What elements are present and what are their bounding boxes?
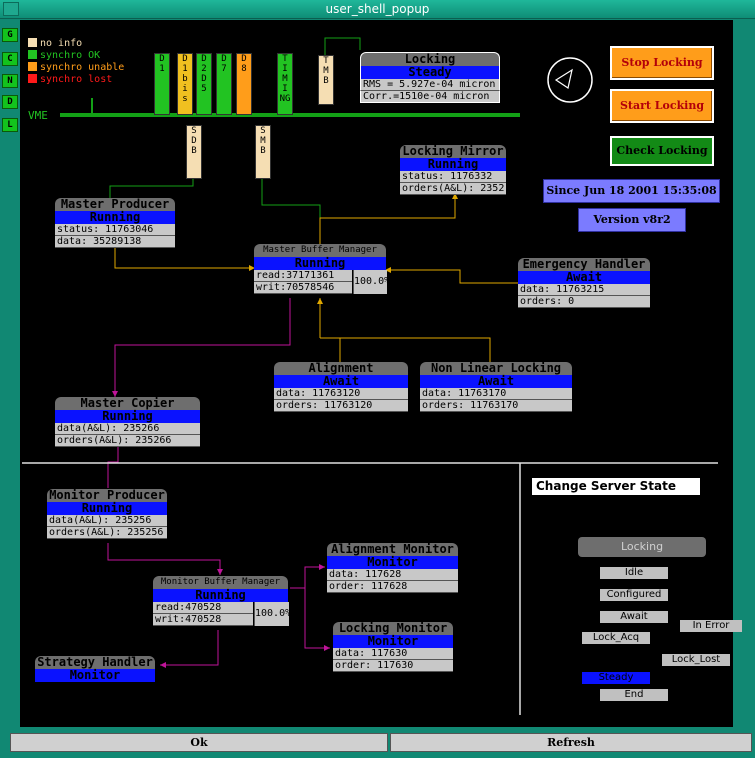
node-state: Await xyxy=(420,375,572,388)
node-master-producer[interactable]: Master Producer Running status: 11763046… xyxy=(55,198,175,248)
card-d1bis[interactable]: D1bis xyxy=(177,53,193,115)
legend-synchro-unable: synchro unable xyxy=(28,62,124,74)
vme-label: VME xyxy=(28,109,48,122)
node-emergency-handler[interactable]: Emergency Handler Await data: 11763215 o… xyxy=(518,258,650,308)
node-row: orders: 0 xyxy=(518,296,650,308)
node-row: orders: 11763120 xyxy=(274,400,408,412)
card-sdb[interactable]: SDB xyxy=(186,125,202,179)
card-timing[interactable]: T I M I NG xyxy=(277,53,293,115)
node-alignment[interactable]: Alignment Await data: 11763120 orders: 1… xyxy=(274,362,408,412)
node-locking-monitor[interactable]: Locking Monitor Monitor data: 117630 ord… xyxy=(333,622,453,672)
node-row: read:37171361 xyxy=(254,270,352,282)
node-row: read:470528 xyxy=(153,602,253,614)
node-state: Running xyxy=(55,410,200,423)
change-server-state-title: Change Server State xyxy=(532,478,700,495)
node-locking-mirror[interactable]: Locking Mirror Running status: 1176332 o… xyxy=(400,145,506,195)
start-locking-button[interactable]: Start Locking xyxy=(610,89,714,123)
node-strategy-handler[interactable]: Strategy Handler Monitor xyxy=(35,656,155,682)
node-row: status: 11763046 xyxy=(55,224,175,236)
node-row: orders: 11763170 xyxy=(420,400,572,412)
stop-locking-button[interactable]: Stop Locking xyxy=(610,46,714,80)
node-row: data: 35289138 xyxy=(55,236,175,248)
node-state: Await xyxy=(274,375,408,388)
node-row: status: 1176332 xyxy=(400,171,506,183)
node-row: data(A&L): 235256 xyxy=(47,515,167,527)
node-row: orders(A&L): 235256 xyxy=(47,527,167,539)
state-end-button[interactable]: End xyxy=(600,689,668,701)
node-state: Running xyxy=(254,257,386,270)
node-monitor-producer[interactable]: Monitor Producer Running data(A&L): 2352… xyxy=(47,489,167,539)
node-state: Running xyxy=(47,502,167,515)
node-state: Running xyxy=(55,211,175,224)
buffer-percent: 100.0% xyxy=(353,270,390,294)
node-state: Running xyxy=(153,589,288,602)
locking-panel: Locking Steady RMS = 5.927e-04 micron Co… xyxy=(360,52,500,103)
legend-synchro-lost: synchro lost xyxy=(28,74,124,86)
locking-state: Steady xyxy=(360,66,500,79)
refresh-button[interactable]: Refresh xyxy=(390,733,752,752)
node-state: Monitor xyxy=(327,556,458,569)
node-row: data: 117628 xyxy=(327,569,458,581)
version-label: Version v8r2 xyxy=(578,208,686,232)
current-state-display: Locking xyxy=(578,537,706,557)
card-smb[interactable]: SMB xyxy=(255,125,271,179)
node-row: data: 11763120 xyxy=(274,388,408,400)
card-d8[interactable]: D8 xyxy=(236,53,252,115)
node-row: writ:470528 xyxy=(153,614,253,626)
ok-button[interactable]: Ok xyxy=(10,733,388,752)
node-row: order: 117628 xyxy=(327,581,458,593)
locking-rms: RMS = 5.927e-04 micron xyxy=(360,79,500,91)
card-d7[interactable]: D7 xyxy=(216,53,232,115)
popup-window: user_shell_popup G C N D L no info synch… xyxy=(0,0,755,758)
node-row: data(A&L): 235266 xyxy=(55,423,200,435)
legend-synchro-ok: synchro OK xyxy=(28,50,124,62)
node-state: Monitor xyxy=(35,669,155,682)
node-state: Monitor xyxy=(333,635,453,648)
node-master-copier[interactable]: Master Copier Running data(A&L): 235266 … xyxy=(55,397,200,447)
state-lock-acq-button[interactable]: Lock_Acq xyxy=(582,632,650,644)
card-d2d5[interactable]: D2D5 xyxy=(196,53,212,115)
state-await-button[interactable]: Await xyxy=(600,611,668,623)
node-row: data: 117630 xyxy=(333,648,453,660)
locking-corr: Corr.=1510e-04 micron xyxy=(360,91,500,103)
since-label: Since Jun 18 2001 15:35:08 xyxy=(543,179,720,203)
state-in-error-button[interactable]: In Error xyxy=(680,620,742,632)
card-d1[interactable]: D1 xyxy=(154,53,170,115)
node-row: order: 117630 xyxy=(333,660,453,672)
node-row: orders(A&L): 235266 xyxy=(55,435,200,447)
node-master-buffer-manager[interactable]: Master Buffer Manager Running read:37171… xyxy=(254,244,390,294)
card-tmb[interactable]: TMB xyxy=(318,55,334,105)
state-configured-button[interactable]: Configured xyxy=(600,589,668,601)
legend-no-info: no info xyxy=(28,38,124,50)
sync-legend: no info synchro OK synchro unable synchr… xyxy=(28,38,124,86)
node-row: data: 11763215 xyxy=(518,284,650,296)
state-idle-button[interactable]: Idle xyxy=(600,567,668,579)
state-lock-lost-button[interactable]: Lock_Lost xyxy=(662,654,730,666)
node-row: writ:70578546 xyxy=(254,282,352,294)
node-state: Await xyxy=(518,271,650,284)
node-monitor-buffer-manager[interactable]: Monitor Buffer Manager Running read:4705… xyxy=(153,576,291,626)
state-steady-button[interactable]: Steady xyxy=(582,672,650,684)
node-alignment-monitor[interactable]: Alignment Monitor Monitor data: 117628 o… xyxy=(327,543,458,593)
node-state: Running xyxy=(400,158,506,171)
locking-title: Locking xyxy=(360,52,500,66)
buffer-percent: 100.0% xyxy=(254,602,291,626)
node-row: orders(A&L): 2352 xyxy=(400,183,506,195)
check-locking-button[interactable]: Check Locking xyxy=(610,136,714,166)
node-non-linear-locking[interactable]: Non Linear Locking Await data: 11763170 … xyxy=(420,362,572,412)
node-row: data: 11763170 xyxy=(420,388,572,400)
